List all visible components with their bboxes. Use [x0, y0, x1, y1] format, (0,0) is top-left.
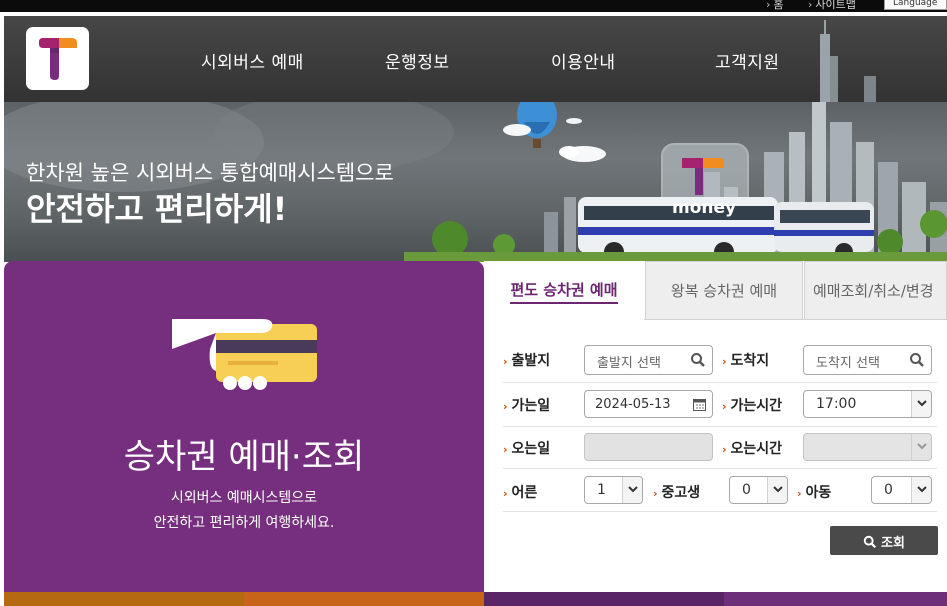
search-icon: [910, 353, 924, 367]
chevron-down-icon: [911, 477, 931, 503]
chevron-down-icon: [911, 434, 931, 460]
tmoney-brand-text: money: [672, 198, 737, 218]
tmoney-t-logo-icon: [39, 38, 77, 80]
home-link[interactable]: › 홈: [766, 0, 784, 12]
utility-bar: › 홈 › 사이트맵 Language: [0, 0, 947, 12]
skyline-towers-illustration: [820, 20, 876, 102]
nav-bus-booking[interactable]: 시외버스 예매: [201, 48, 304, 73]
hero-subtitle: 한차원 높은 시외버스 통합예매시스템으로: [26, 161, 394, 185]
nav-schedule-info[interactable]: 운행정보: [385, 48, 450, 73]
return-date-label: › 오는일: [503, 441, 551, 457]
go-date-label: › 가는일: [503, 398, 551, 414]
form-row-divider: [503, 511, 937, 512]
tab-divider: [644, 319, 947, 320]
booking-form: 편도 승차권 예매 왕복 승차권 예매 예매조회/취소/변경 › 출발지 출발지 …: [484, 261, 947, 592]
child-count-select[interactable]: 0: [871, 476, 932, 504]
ticket-panel-title: 승차권 예매·조회: [123, 437, 365, 477]
arrival-field[interactable]: 도착지 선택: [803, 345, 932, 375]
go-time-select[interactable]: 17:00: [803, 390, 932, 418]
calendar-icon[interactable]: [693, 398, 706, 411]
tab-lookup-cancel[interactable]: 예매조회/취소/변경: [804, 261, 947, 320]
arrival-label: › 도착지: [722, 353, 770, 369]
site-header: 시외버스 예매 운행정보 이용안내 고객지원: [4, 16, 947, 102]
chevron-down-icon: [622, 477, 642, 503]
search-icon: [863, 535, 877, 549]
hero-banner: 한차원 높은 시외버스 통합예매시스템으로 안전하고 편리하게! money: [4, 102, 947, 262]
ticket-booking-panel: 승차권 예매·조회 시외버스 예매시스템으로 안전하고 편리하게 여행하세요.: [4, 261, 496, 592]
go-time-label: › 가는시간: [722, 398, 783, 414]
card-in-hand-icon: [172, 319, 317, 390]
adult-label: › 어른: [503, 485, 538, 501]
bottom-strip-purple: [484, 592, 724, 606]
sitemap-link[interactable]: › 사이트맵: [808, 0, 856, 12]
nav-usage-guide[interactable]: 이용안내: [551, 48, 616, 73]
teen-label: › 중고생: [653, 485, 701, 501]
search-icon: [691, 353, 705, 367]
return-time-label: › 오는시간: [722, 441, 783, 457]
ticket-panel-desc-line1: 시외버스 예매시스템으로: [170, 490, 318, 506]
chevron-down-icon: [911, 391, 931, 417]
language-select[interactable]: Language: [884, 0, 947, 10]
return-date-field: [584, 433, 713, 461]
go-date-field[interactable]: 2024-05-13: [584, 390, 713, 418]
ticket-panel-desc-line2: 안전하고 편리하게 여행하세요.: [153, 515, 335, 531]
bottom-strip-amber: [244, 592, 484, 606]
chevron-down-icon: [767, 477, 787, 503]
departure-field[interactable]: 출발지 선택: [584, 345, 713, 375]
search-button[interactable]: 조회: [830, 526, 938, 555]
adult-count-select[interactable]: 1: [584, 476, 643, 504]
form-row-divider: [503, 426, 937, 427]
child-label: › 아동: [797, 485, 832, 501]
bottom-strip-violet: [724, 592, 947, 606]
teen-count-select[interactable]: 0: [729, 476, 788, 504]
departure-label: › 출발지: [503, 353, 551, 369]
hero-title: 안전하고 편리하게!: [26, 190, 288, 228]
tmoney-logo[interactable]: [26, 27, 89, 90]
bottom-strip-orange: [4, 592, 244, 606]
tab-one-way[interactable]: 편도 승차권 예매: [484, 261, 644, 320]
form-row-divider: [503, 468, 937, 469]
tab-round-trip[interactable]: 왕복 승차권 예매: [645, 261, 803, 320]
form-row-divider: [503, 382, 937, 383]
return-time-select: [803, 433, 932, 461]
